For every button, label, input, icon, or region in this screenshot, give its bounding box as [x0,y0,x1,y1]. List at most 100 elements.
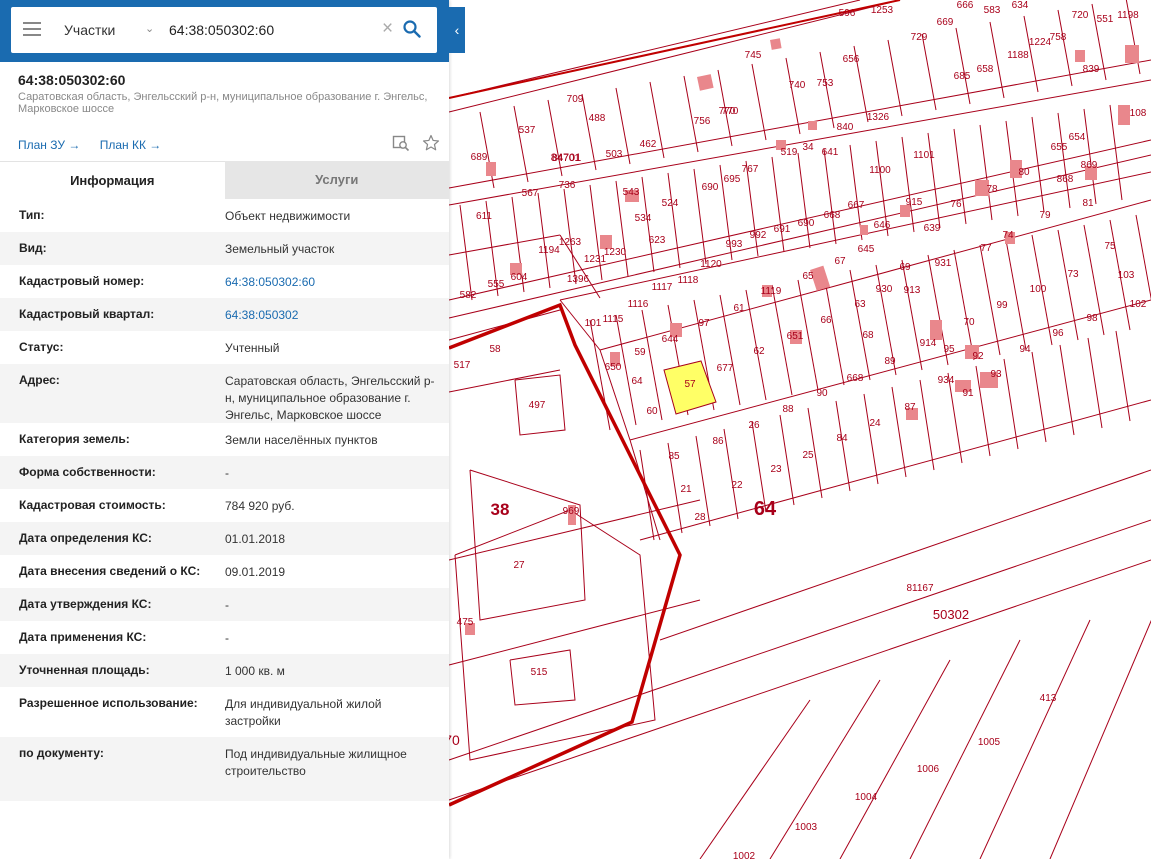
parcel-boundary [927,132,941,229]
info-row: Дата утверждения КС: - [0,588,449,621]
parcel-label: 695 [724,174,741,185]
info-row-value: Земли населённых пунктов [225,433,378,447]
tab-information[interactable]: Информация [0,161,225,199]
parcel-label: 96 [1052,328,1064,339]
parcel-label: 97 [698,318,710,329]
plan-zu-link[interactable]: План ЗУ → [18,138,80,152]
parcel-label: 1396 [567,274,590,285]
parcel-label: 25 [802,450,814,461]
parcel-boundary [839,659,951,859]
parcel-boundary [835,400,851,492]
parcel-label: 21 [680,484,692,495]
search-input[interactable] [169,18,369,42]
info-row-value: Под индивидуальные жилищное строительств… [225,747,407,778]
parcel-label: 913 [904,285,921,296]
parcel-label: 101 [585,318,602,329]
parcel-boundary [901,259,923,371]
parcel-label: 691 [774,224,791,235]
info-row: Кадастровая стоимость: 784 920 руб. [0,489,449,522]
star-icon[interactable] [422,134,440,157]
parcel-label: 655 [1051,142,1068,153]
info-row: Кадастровый квартал: 64:38:050302 [0,298,449,331]
parcel-label: 63 [854,299,866,310]
parcel-label: 656 [843,54,860,65]
chevron-down-icon[interactable]: ⌄ [145,22,154,35]
parcel-label: 1118 [678,275,699,286]
info-row-value-link[interactable]: 64:38:050302:60 [225,274,440,291]
info-row-value: - [225,466,229,480]
building-footprint [770,38,782,50]
info-row: по документу: Под индивидуальные жилищное… [0,737,449,801]
parcel-boundary [863,393,879,485]
info-row-value-link[interactable]: 64:38:050302 [225,307,440,324]
info-row-label: Дата внесения сведений о КС: [19,564,201,578]
parcel-label: 645 [858,244,875,255]
parcel-label: 840 [837,122,854,133]
parcel-boundary [547,99,563,177]
parcel-label: 668 [824,210,841,221]
parcel-label: 667 [848,200,865,211]
info-row-label: Адрес: [19,373,60,387]
parcel-boundary [751,63,767,141]
parcel-label: 690 [702,182,719,193]
parcel-label: 24 [869,418,881,429]
parcel-label: 931 [935,258,952,269]
building-footprint [860,225,868,235]
parcel-label: 87 [904,402,916,413]
parcel-boundary [1057,9,1073,87]
info-row-label: Категория земель: [19,432,130,446]
parcel-label: 95 [943,344,955,355]
parcel-label: 611 [476,211,492,222]
info-row-value: 784 920 руб. [225,499,295,513]
search-type-select[interactable]: Участки [64,22,115,38]
info-row-value: Учтенный [225,341,280,355]
parcel-boundary [469,469,586,621]
tab-services[interactable]: Услуги [224,161,449,199]
parcel-label: 1263 [559,237,582,248]
collapse-panel-button[interactable]: ‹ [449,7,465,53]
parcel-boundary [823,274,845,386]
building-footprint [808,121,817,130]
parcel-boundary [785,57,801,135]
info-row-label: Дата применения КС: [19,630,147,644]
parcel-boundary [699,699,811,859]
menu-icon[interactable] [23,22,41,38]
parcel-boundary [901,136,915,233]
search-icon[interactable] [403,20,421,43]
parcel-label: 736 [559,180,576,191]
info-row: Форма собственности: - [0,456,449,489]
parcel-boundary [1003,358,1019,450]
parcel-boundary [1005,239,1027,351]
parcel-label: 583 [984,5,1001,16]
parcel-boundary [819,51,835,129]
parcel-label: 1188 [1007,50,1029,61]
parcel-label: 475 [457,617,474,628]
parcel-boundary [745,289,767,401]
zoom-to-object-icon[interactable] [392,134,410,157]
parcel-label: 604 [511,272,528,283]
info-row-value: - [225,598,229,612]
plan-kk-link[interactable]: План КК → [100,138,162,152]
parcel-label: 1224 [1029,37,1052,48]
parcel-label: 740 [789,80,806,91]
info-row-label: Уточненная площадь: [19,663,150,677]
parcel-label: 623 [649,235,666,246]
parcel-label: 1100 [869,165,891,176]
plan-links: План ЗУ → План КК → [18,138,177,152]
parcel-label: 641 [822,147,839,158]
parcel-label: 67 [834,256,846,267]
parcel-label: 94 [1019,344,1031,355]
parcel-label: 497 [529,400,546,411]
parcel-boundary [771,156,785,253]
parcel-label: 756 [694,116,711,127]
parcel-label: 76 [950,199,962,210]
close-icon[interactable]: × [382,18,393,40]
parcel-boundary [448,302,682,807]
parcel-label: 1006 [917,764,940,775]
parcel-label: 81 [1082,198,1094,209]
parcel-boundary [448,369,561,393]
parcel-boundary [641,309,663,421]
info-row: Разрешенное использование: Для индивидуал… [0,687,449,737]
parcel-boundary [1049,619,1151,859]
parcel-label: 551 [1097,14,1114,25]
